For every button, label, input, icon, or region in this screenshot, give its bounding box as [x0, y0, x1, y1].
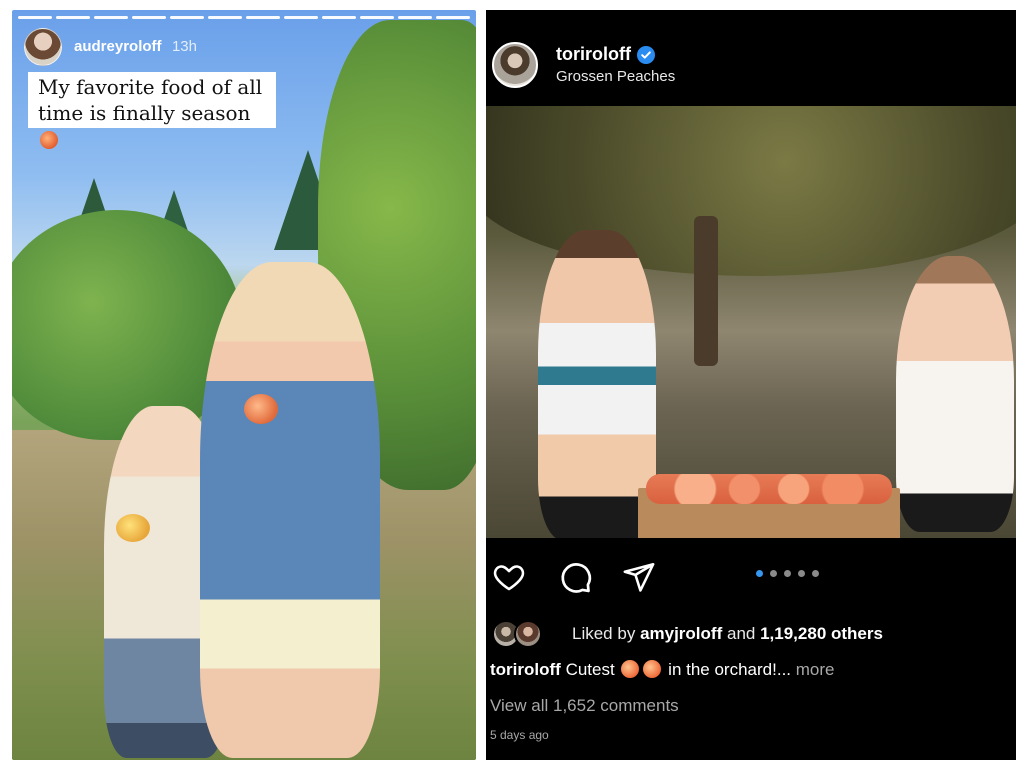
- story-username[interactable]: audreyroloff: [74, 38, 162, 55]
- verified-badge-icon: [636, 45, 655, 64]
- peaches: [646, 474, 892, 504]
- tree-trunk: [694, 216, 718, 366]
- liker-avatar: [514, 620, 542, 648]
- post-username[interactable]: toriroloff: [556, 44, 631, 65]
- carousel-dot: [756, 570, 763, 577]
- story-progress-segment: [322, 16, 356, 19]
- story-progress-segment: [436, 16, 470, 19]
- post-caption: toriroloff Cutest in the orchard!... mor…: [490, 660, 834, 680]
- peach-icon: [643, 660, 662, 678]
- avatar[interactable]: [492, 42, 538, 88]
- peach-icon: [621, 660, 640, 678]
- story-progress-segment: [94, 16, 128, 19]
- post-photo[interactable]: [486, 106, 1016, 538]
- like-heart-icon[interactable]: [490, 558, 528, 596]
- carousel-dot: [784, 570, 791, 577]
- child-girl: [200, 262, 380, 758]
- liked-count[interactable]: 1,19,280 others: [760, 624, 883, 643]
- carousel-dot: [812, 570, 819, 577]
- instagram-post: toriroloff Grossen Peaches Liked by amyj…: [486, 10, 1016, 760]
- caption-more-link[interactable]: more: [796, 660, 835, 679]
- likes-row[interactable]: Liked by amyjroloff and 1,19,280 others: [492, 618, 883, 650]
- story-progress-segment: [18, 16, 52, 19]
- liked-by-user[interactable]: amyjroloff: [640, 624, 722, 643]
- carousel-indicator: [756, 570, 819, 577]
- child-girl: [896, 256, 1014, 532]
- caption-text-before: Cutest: [565, 660, 615, 679]
- story-header: audreyroloff 13h: [24, 28, 197, 66]
- view-comments-link[interactable]: View all 1,652 comments: [490, 696, 679, 716]
- post-location[interactable]: Grossen Peaches: [556, 68, 675, 85]
- story-progress-bar: [18, 16, 470, 20]
- post-header: toriroloff Grossen Peaches: [486, 10, 1016, 106]
- story-progress-segment: [284, 16, 318, 19]
- post-actions: [486, 558, 1016, 598]
- story-progress-segment: [170, 16, 204, 19]
- liked-by-and: and: [726, 624, 756, 643]
- peach: [116, 514, 150, 542]
- story-progress-segment: [56, 16, 90, 19]
- caption-text-after: in the orchard!...: [668, 660, 792, 679]
- carousel-dot: [798, 570, 805, 577]
- story-progress-segment: [132, 16, 166, 19]
- post-time: 5 days ago: [490, 728, 549, 742]
- story-caption-text: My favorite food of all time is finally …: [38, 75, 263, 125]
- story-progress-segment: [246, 16, 280, 19]
- avatar[interactable]: [24, 28, 62, 66]
- peach-icon: [40, 131, 58, 149]
- comment-bubble-icon[interactable]: [556, 558, 594, 596]
- story-progress-segment: [208, 16, 242, 19]
- post-username-row: toriroloff: [556, 44, 655, 65]
- story-time: 13h: [171, 38, 197, 55]
- story-viewer[interactable]: audreyroloff 13h My favorite food of all…: [12, 10, 476, 760]
- share-send-icon[interactable]: [620, 558, 658, 596]
- likes-summary: Liked by amyjroloff and 1,19,280 others: [572, 624, 883, 644]
- peach: [244, 394, 278, 424]
- carousel-dot: [770, 570, 777, 577]
- story-progress-segment: [398, 16, 432, 19]
- story-progress-segment: [360, 16, 394, 19]
- liked-by-prefix: Liked by: [572, 624, 636, 643]
- story-caption: My favorite food of all time is finally …: [28, 72, 276, 149]
- caption-username[interactable]: toriroloff: [490, 660, 561, 679]
